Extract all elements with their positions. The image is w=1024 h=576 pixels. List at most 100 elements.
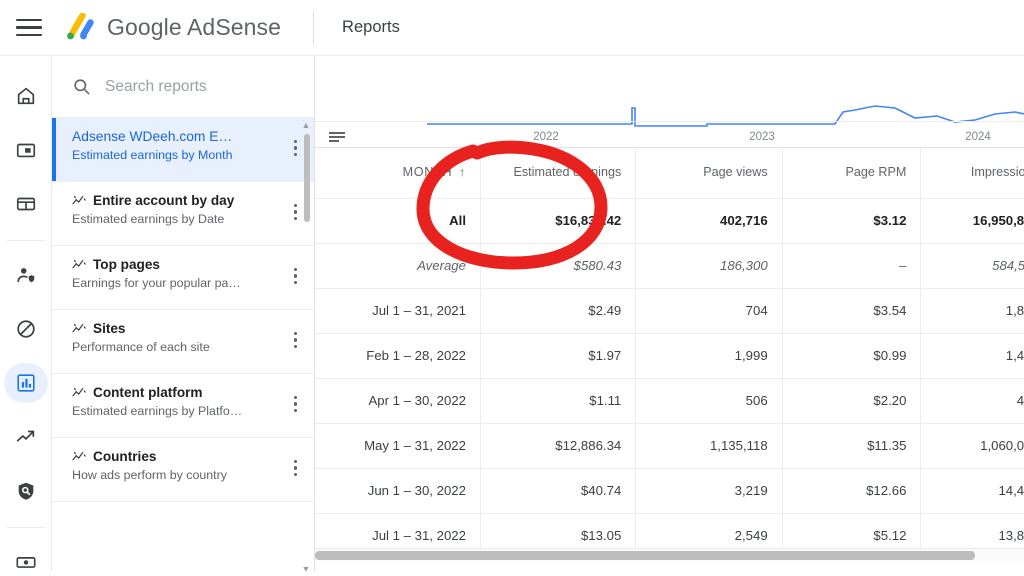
cell-month: All: [315, 198, 481, 244]
report-item-overflow-menu-icon[interactable]: [294, 332, 298, 349]
rail-item-blocking-controls[interactable]: [4, 309, 48, 349]
earnings-chart-panel: 2022 2023 2024: [315, 56, 1024, 148]
cell-views: 506: [635, 378, 783, 424]
brand[interactable]: Google AdSense: [62, 12, 282, 43]
report-item-overflow-menu-icon[interactable]: [294, 460, 298, 477]
cell-impressions: 1,060,052: [920, 423, 1024, 469]
cell-month: May 1 – 31, 2022: [315, 423, 481, 469]
table-horizontal-scrollbar-thumb[interactable]: [315, 551, 975, 560]
report-item-countries[interactable]: Countries How ads perform by country: [52, 438, 314, 502]
report-item-label: Content platform: [93, 385, 203, 400]
chart-x-axis: 2022 2023 2024: [315, 121, 1024, 147]
report-item-label: Top pages: [93, 257, 160, 272]
report-item-overflow-menu-icon[interactable]: [294, 268, 298, 285]
column-header-month[interactable]: MONTH ↑: [315, 148, 481, 199]
cell-month: Feb 1 – 28, 2022: [315, 333, 481, 379]
column-header-page-rpm[interactable]: Page RPM: [782, 148, 922, 199]
chart-options-icon[interactable]: [329, 132, 345, 142]
report-item-content-platform[interactable]: Content platform Estimated earnings by P…: [52, 374, 314, 438]
cell-views: 1,999: [635, 333, 783, 379]
column-header-impressions[interactable]: Impressions: [920, 148, 1024, 199]
report-item-label: Sites: [93, 321, 126, 336]
cell-earnings: $1.11: [480, 378, 637, 424]
cell-earnings: $16,832.42: [480, 198, 637, 244]
sparkline-icon: [72, 258, 87, 271]
sparkline-icon: [72, 194, 87, 207]
column-header-estimated-earnings[interactable]: Estimated earnings: [480, 148, 637, 199]
reports-list: Adsense WDeeh.com E… Estimated earnings …: [52, 118, 314, 576]
search-input[interactable]: [105, 77, 305, 96]
main-content: 2022 2023 2024 MONTH ↑ Estimated earnings…: [315, 56, 1024, 576]
report-item-label: Countries: [93, 449, 157, 464]
cell-page-rpm: $3.54: [782, 288, 922, 334]
rail-item-optimization[interactable]: [4, 417, 48, 457]
cell-earnings: $40.74: [480, 468, 637, 514]
report-item-adsense-wdeeh[interactable]: Adsense WDeeh.com E… Estimated earnings …: [52, 118, 314, 182]
report-item-subtitle: Estimated earnings by Platfo…: [72, 404, 243, 418]
report-item-subtitle: Performance of each site: [72, 340, 210, 354]
sites-layout-icon: [16, 197, 35, 211]
table-row[interactable]: Feb 1 – 28, 2022 $1.97 1,999 $0.99 1,466…: [315, 333, 1024, 379]
scroll-up-arrow-icon[interactable]: ▲: [302, 120, 311, 130]
rail-item-brand-safety[interactable]: [4, 471, 48, 511]
report-item-overflow-menu-icon[interactable]: [294, 140, 298, 157]
cell-earnings: $12,886.34: [480, 423, 637, 469]
sidebar-scroll-arrows: ▲ ▼: [300, 118, 312, 576]
report-item-subtitle: How ads perform by country: [72, 468, 227, 482]
sparkline-icon: [72, 450, 87, 463]
cell-page-rpm: $12.66: [782, 468, 922, 514]
search-icon: [72, 77, 91, 96]
cell-month: Jun 1 – 30, 2022: [315, 468, 481, 514]
report-table: MONTH ↑ Estimated earnings Page views Pag…: [315, 148, 1024, 559]
column-header-page-views[interactable]: Page views: [635, 148, 783, 199]
table-header-row: MONTH ↑ Estimated earnings Page views Pag…: [315, 148, 1024, 199]
table-row[interactable]: May 1 – 31, 2022 $12,886.34 1,135,118 $1…: [315, 423, 1024, 469]
cell-page-rpm: $2.20: [782, 378, 922, 424]
cell-views: 704: [635, 288, 783, 334]
cell-earnings: $580.43: [480, 243, 637, 289]
chart-tick-2022: 2022: [533, 131, 559, 143]
report-item-overflow-menu-icon[interactable]: [294, 396, 298, 413]
brand-name: Google AdSense: [107, 14, 282, 40]
cell-views: 3,219: [635, 468, 783, 514]
cell-earnings: $2.49: [480, 288, 637, 334]
report-item-overflow-menu-icon[interactable]: [294, 204, 298, 221]
header-section-title: Reports: [342, 18, 400, 36]
reports-sidebar: Adsense WDeeh.com E… Estimated earnings …: [52, 56, 331, 576]
report-item-title: Entire account by day: [72, 193, 280, 208]
report-item-title: Sites: [72, 321, 280, 336]
block-circle-icon: [16, 320, 35, 338]
adsense-reports-page: Google AdSense Reports Search reports Ad…: [0, 0, 1024, 576]
cell-impressions: 1,466: [920, 333, 1024, 379]
cell-impressions: 14,491: [920, 468, 1024, 514]
cell-month: Jul 1 – 31, 2021: [315, 288, 481, 334]
report-item-top-pages[interactable]: Top pages Earnings for your popular pa…: [52, 246, 314, 310]
table-body: All $16,832.42 402,716 $3.12 16,950,826 …: [315, 198, 1024, 559]
table-header: MONTH ↑ Estimated earnings Page views Pag…: [315, 148, 1024, 199]
report-item-label: Entire account by day: [93, 193, 235, 208]
table-horizontal-scrollbar[interactable]: [315, 548, 1024, 561]
rail-item-reports[interactable]: [3, 363, 48, 403]
hamburger-icon[interactable]: [16, 18, 42, 37]
report-table-container: MONTH ↑ Estimated earnings Page views Pag…: [315, 148, 1024, 561]
table-row[interactable]: All $16,832.42 402,716 $3.12 16,950,826 …: [315, 198, 1024, 244]
home-icon: [17, 87, 34, 105]
left-nav-rail: [0, 56, 52, 576]
search-reports-row: [52, 56, 331, 118]
cell-page-rpm: $0.99: [782, 333, 922, 379]
sparkline-icon: [72, 386, 87, 399]
rail-item-ads[interactable]: [4, 130, 48, 170]
rail-item-home[interactable]: [4, 76, 48, 116]
report-item-title: Countries: [72, 449, 280, 464]
report-item-subtitle: Estimated earnings by Date: [72, 212, 225, 226]
cell-views: 1,135,118: [635, 423, 783, 469]
table-row[interactable]: Apr 1 – 30, 2022 $1.11 506 $2.20 422 $2.…: [315, 378, 1024, 424]
table-row[interactable]: Jul 1 – 31, 2021 $2.49 704 $3.54 1,816 $…: [315, 288, 1024, 334]
table-row[interactable]: Jun 1 – 30, 2022 $40.74 3,219 $12.66 14,…: [315, 468, 1024, 514]
report-item-entire-account-by-day[interactable]: Entire account by day Estimated earnings…: [52, 182, 314, 246]
rail-item-sites[interactable]: [4, 184, 48, 224]
report-item-sites[interactable]: Sites Performance of each site: [52, 310, 314, 374]
table-row[interactable]: Average $580.43 186,300 – 584,511 –: [315, 243, 1024, 289]
rail-item-privacy-and-messaging[interactable]: [4, 255, 48, 295]
ads-display-icon: [16, 143, 35, 158]
